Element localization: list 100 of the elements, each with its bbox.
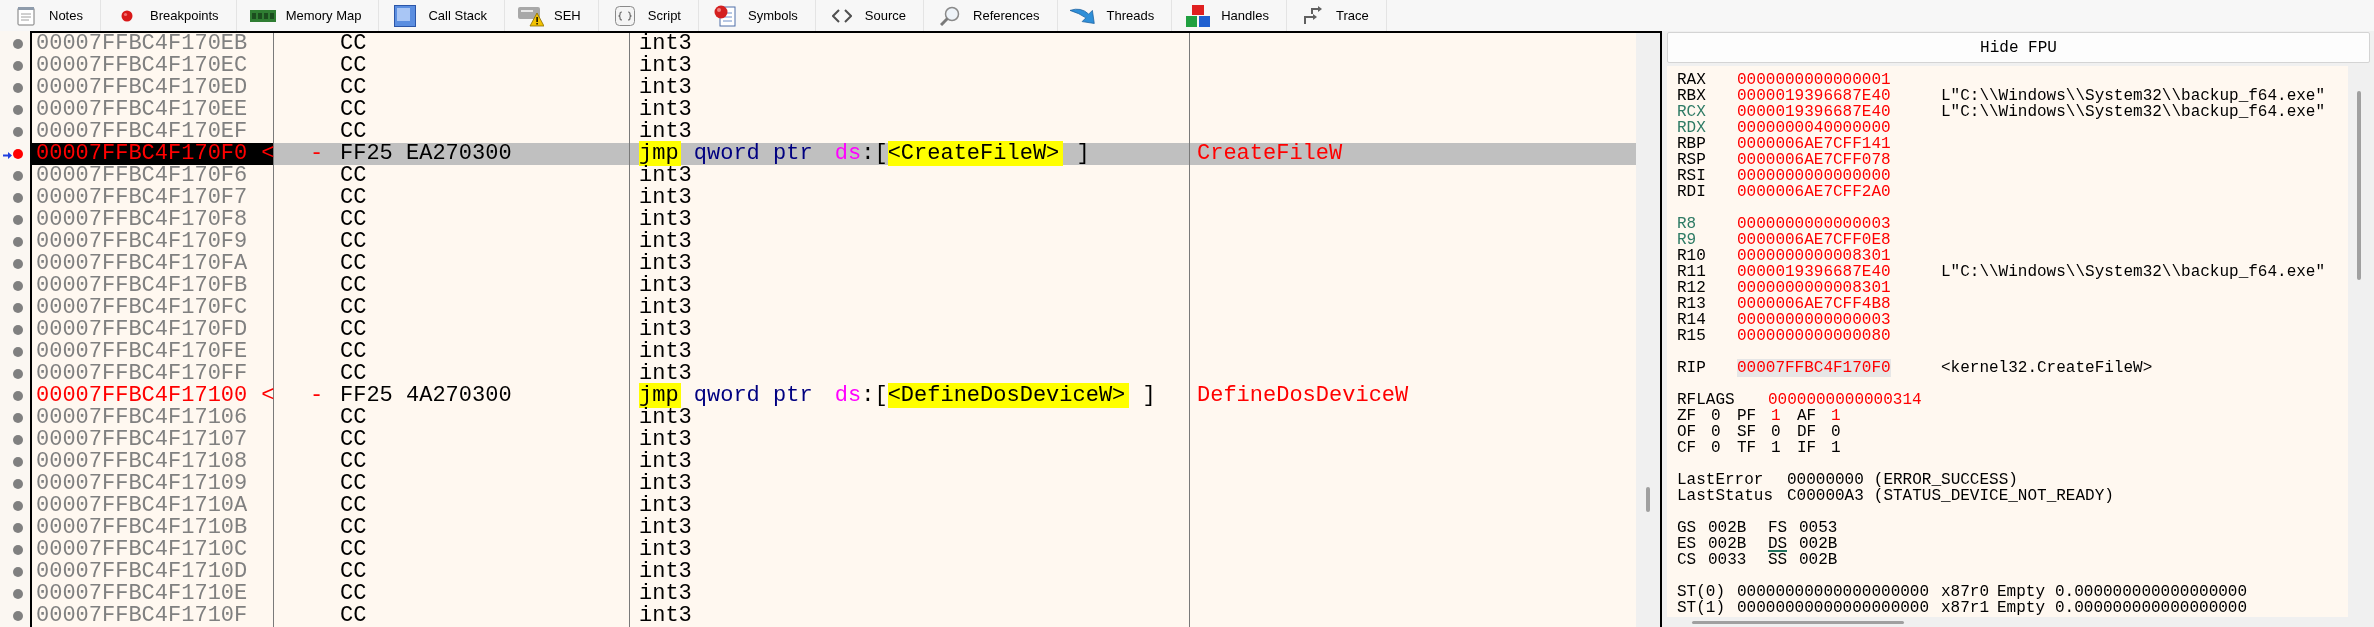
gutter-dot-icon[interactable] <box>13 149 23 159</box>
gutter-dot-icon[interactable] <box>13 215 23 225</box>
disassembly-row[interactable]: 00007FFBC4F170FD CC int3 <box>32 319 1636 341</box>
fpu-raw-value[interactable]: 00000000000000000000 <box>1737 583 1930 601</box>
gutter-dot-icon[interactable] <box>13 303 23 313</box>
gutter-dot-icon[interactable] <box>13 281 23 291</box>
register-value[interactable]: 0000000000000080 <box>1737 327 1891 345</box>
disassembly-row[interactable]: 00007FFBC4F17100 < - FF25 4A270300 jmp qword ptr ds:[<DefineDosDeviceW> ] DefineDosDeviceW <box>32 385 1636 407</box>
toolbar-tab[interactable]: Trace <box>1286 0 1387 31</box>
segment-value[interactable]: 002B <box>1708 520 1747 536</box>
disassembly-row[interactable]: 00007FFBC4F17106 CC int3 <box>32 407 1636 429</box>
disassembly-row[interactable]: 00007FFBC4F170EE CC int3 <box>32 99 1636 121</box>
register-value[interactable]: 0000006AE7CFF0E8 <box>1737 231 1891 249</box>
gutter-dot-icon[interactable] <box>13 237 23 247</box>
gutter-dot-icon[interactable] <box>13 127 23 137</box>
gutter-dot-icon[interactable] <box>13 325 23 335</box>
disassembly-row[interactable]: 00007FFBC4F17109 CC int3 <box>32 473 1636 495</box>
flag-value[interactable]: 0 <box>1711 440 1721 456</box>
toolbar-tab[interactable]: Source <box>815 0 925 31</box>
flag-value[interactable]: 0 <box>1771 424 1781 440</box>
disassembly-row[interactable]: 00007FFBC4F17107 CC int3 <box>32 429 1636 451</box>
register-value[interactable]: 0000000000000000 <box>1737 167 1891 185</box>
gutter-dot-icon[interactable] <box>13 391 23 401</box>
gutter-dot-icon[interactable] <box>13 545 23 555</box>
flag-value[interactable]: 1 <box>1771 440 1781 456</box>
disassembly-row[interactable]: 00007FFBC4F170F8 CC int3 <box>32 209 1636 231</box>
register-value[interactable]: 0000000000008301 <box>1737 279 1891 297</box>
flags-register-value[interactable]: 0000000000000314 <box>1768 392 1922 408</box>
disassembly-row[interactable]: 00007FFBC4F170EB CC int3 <box>32 33 1636 55</box>
flag-value[interactable]: 1 <box>1771 408 1781 424</box>
gutter-dot-icon[interactable] <box>13 193 23 203</box>
register-value[interactable]: 0000006AE7CFF141 <box>1737 135 1891 153</box>
toolbar-tab[interactable]: Memory Map <box>236 0 380 31</box>
register-value[interactable]: 0000006AE7CFF4B8 <box>1737 295 1891 313</box>
fpu-raw-value[interactable]: 00000000000000000000 <box>1737 599 1930 617</box>
disassembly-row[interactable]: 00007FFBC4F170FC CC int3 <box>32 297 1636 319</box>
toolbar-tab[interactable]: Call Stack <box>379 0 505 31</box>
disassembly-row[interactable]: 00007FFBC4F17108 CC int3 <box>32 451 1636 473</box>
disassembly-row[interactable]: 00007FFBC4F170FB CC int3 <box>32 275 1636 297</box>
segment-value[interactable]: 0053 <box>1799 520 1838 536</box>
flag-value[interactable]: 0 <box>1711 424 1721 440</box>
gutter-dot-icon[interactable] <box>13 259 23 269</box>
register-value[interactable]: 0000006AE7CFF2A0 <box>1737 183 1891 201</box>
disassembly-row[interactable]: 00007FFBC4F1710B CC int3 <box>32 517 1636 539</box>
gutter-dot-icon[interactable] <box>13 435 23 445</box>
gutter-dot-icon[interactable] <box>13 413 23 423</box>
segment-value[interactable]: 002B <box>1799 552 1838 568</box>
flag-value[interactable]: 0 <box>1711 408 1721 424</box>
register-value[interactable]: 0000019396687E40 <box>1737 87 1891 105</box>
flag-value[interactable]: 1 <box>1831 440 1841 456</box>
toolbar-tab[interactable]: Script <box>598 0 699 31</box>
register-value[interactable]: 0000000040000000 <box>1737 119 1891 137</box>
gutter-dot-icon[interactable] <box>13 457 23 467</box>
gutter-dot-icon[interactable] <box>13 171 23 181</box>
scrollbar-thumb[interactable] <box>2357 91 2361 280</box>
register-value[interactable]: 0000000000000001 <box>1737 71 1891 89</box>
disassembly-row[interactable]: 00007FFBC4F1710C CC int3 <box>32 539 1636 561</box>
gutter-dot-icon[interactable] <box>13 589 23 599</box>
register-value[interactable]: 0000000000000003 <box>1737 311 1891 329</box>
toolbar-tab[interactable]: References <box>924 0 1058 31</box>
disassembly-row[interactable]: 00007FFBC4F1710E CC int3 <box>32 583 1636 605</box>
register-value[interactable]: 0000000000008301 <box>1737 247 1891 265</box>
flag-value[interactable]: 1 <box>1831 408 1841 424</box>
gutter-dot-icon[interactable] <box>13 369 23 379</box>
disassembly-row[interactable]: 00007FFBC4F1710F CC int3 <box>32 605 1636 627</box>
disassembly-row[interactable]: 00007FFBC4F170F7 CC int3 <box>32 187 1636 209</box>
segment-value[interactable]: 002B <box>1708 536 1747 552</box>
gutter-dot-icon[interactable] <box>13 105 23 115</box>
gutter-dot-icon[interactable] <box>13 479 23 489</box>
disassembly-row[interactable]: 00007FFBC4F170ED CC int3 <box>32 77 1636 99</box>
gutter-dot-icon[interactable] <box>13 611 23 621</box>
disassembly-row[interactable]: 00007FFBC4F170F6 CC int3 <box>32 165 1636 187</box>
segment-value[interactable]: 0033 <box>1708 552 1747 568</box>
disassembly-row[interactable]: 00007FFBC4F170EC CC int3 <box>32 55 1636 77</box>
register-value[interactable]: 0000000000000003 <box>1737 215 1891 233</box>
hide-fpu-button[interactable]: Hide FPU <box>1667 32 2370 63</box>
gutter-dot-icon[interactable] <box>13 347 23 357</box>
flag-value[interactable]: 0 <box>1831 424 1841 440</box>
register-value[interactable]: 0000006AE7CFF078 <box>1737 151 1891 169</box>
gutter-dot-icon[interactable] <box>13 83 23 93</box>
disassembly-row[interactable]: 00007FFBC4F1710D CC int3 <box>32 561 1636 583</box>
scrollbar-thumb[interactable] <box>1646 487 1650 512</box>
toolbar-tab[interactable]: Threads <box>1057 0 1173 31</box>
register-value[interactable]: 0000019396687E40 <box>1737 263 1891 281</box>
toolbar-tab[interactable]: SEH <box>505 0 599 31</box>
toolbar-tab[interactable]: Symbols <box>699 0 816 31</box>
gutter-dot-icon[interactable] <box>13 501 23 511</box>
toolbar-tab[interactable]: Notes <box>0 0 101 31</box>
gutter-dot-icon[interactable] <box>13 567 23 577</box>
toolbar-tab[interactable]: Breakpoints <box>100 0 237 31</box>
gutter-dot-icon[interactable] <box>13 523 23 533</box>
scrollbar-thumb[interactable] <box>1692 620 1904 624</box>
disassembly-row[interactable]: 00007FFBC4F170F9 CC int3 <box>32 231 1636 253</box>
disassembly-row[interactable]: 00007FFBC4F170FE CC int3 <box>32 341 1636 363</box>
segment-value[interactable]: 002B <box>1799 536 1838 552</box>
register-value[interactable]: 0000019396687E40 <box>1737 103 1891 121</box>
gutter-dot-icon[interactable] <box>13 39 23 49</box>
toolbar-tab[interactable]: Handles <box>1172 0 1287 31</box>
gutter-dot-icon[interactable] <box>13 61 23 71</box>
disassembly-row[interactable]: 00007FFBC4F170FA CC int3 <box>32 253 1636 275</box>
